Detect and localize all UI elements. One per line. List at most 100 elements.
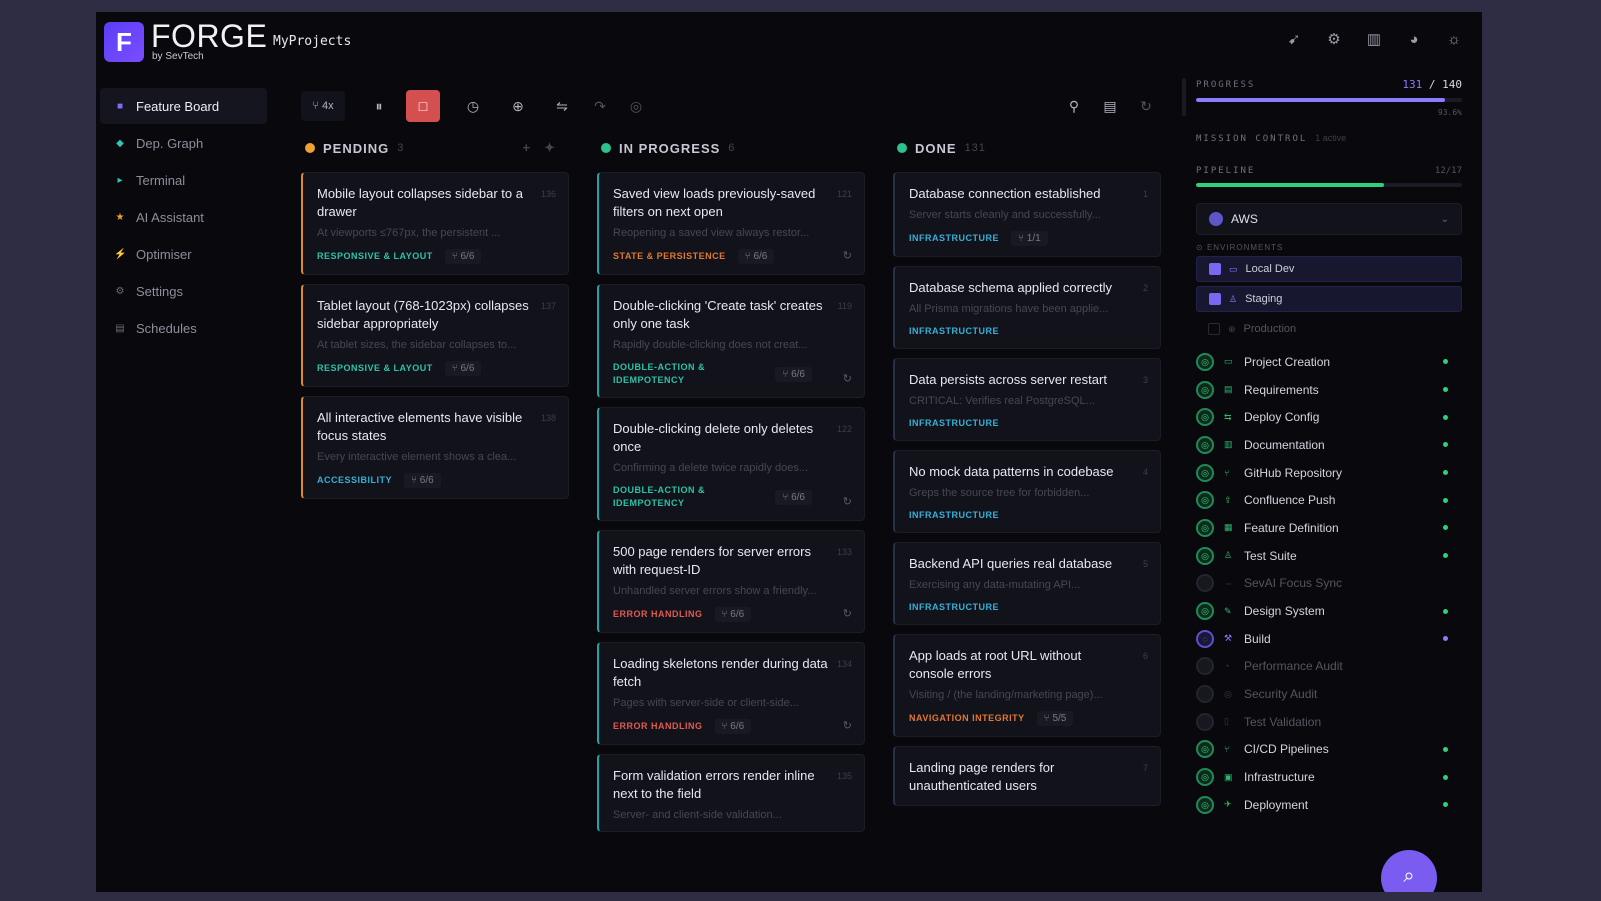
pause-icon[interactable]: ⏸ [364, 91, 394, 121]
card-meta: INFRASTRUCTURE [909, 601, 1126, 614]
column-tools[interactable]: +✦ [523, 140, 569, 156]
step-indicator-dot [1443, 553, 1448, 559]
category-tag: INFRASTRUCTURE [909, 510, 999, 520]
sidebar-item-feature-board[interactable]: ■ Feature Board [100, 88, 267, 124]
card-description: CRITICAL: Verifies real PostgreSQL... [909, 395, 1095, 407]
pipeline-step[interactable]: ◎ ⑂ CI/CD Pipelines [1196, 736, 1462, 764]
feature-card[interactable]: Form validation errors render inline nex… [597, 754, 865, 832]
assistant-fab-button[interactable]: ⌕ [1381, 850, 1437, 892]
checkbox[interactable] [1209, 263, 1221, 275]
pipeline-step[interactable]: ◎ ⑂ GitHub Repository [1196, 459, 1462, 487]
globe-icon[interactable]: ⊕ [503, 91, 533, 121]
environment-icon: ⊕ [1228, 323, 1236, 334]
forge-logo-icon[interactable]: F [104, 22, 144, 62]
progress-bar [1196, 98, 1462, 102]
progress-percent: 93.6% [1437, 108, 1462, 117]
pipeline-step[interactable]: ◎ ✎ Design System [1196, 597, 1462, 625]
search-icon[interactable]: ⚲ [1059, 91, 1089, 121]
card-title: Database connection established [909, 186, 1101, 201]
card-title: No mock data patterns in codebase [909, 464, 1114, 479]
project-name[interactable]: MyProjects [273, 34, 351, 49]
pipeline-step[interactable]: ◎ ▤ Requirements [1196, 376, 1462, 404]
stop-button[interactable]: □ [406, 90, 440, 122]
card-id: 1 [1142, 189, 1148, 199]
nav-icon: ★ [115, 211, 125, 223]
concurrency-button[interactable]: ⑂ 4x [301, 91, 345, 121]
pipeline-step[interactable]: ◎ ▣ Infrastructure [1196, 763, 1462, 791]
chevron-down-icon: ⌄ [1440, 213, 1449, 225]
sliders-icon[interactable]: ⇋ [547, 91, 577, 121]
step-label: Requirements [1244, 382, 1319, 397]
feature-card[interactable]: App loads at root URL without console er… [893, 634, 1161, 737]
feature-card[interactable]: Saved view loads previously-saved filter… [597, 172, 865, 275]
category-tag: INFRASTRUCTURE [909, 602, 999, 612]
feature-card[interactable]: Double-clicking delete only deletes once… [597, 407, 865, 521]
gear-icon[interactable]: ⚙ [1324, 30, 1344, 50]
sidebar-item-schedules[interactable]: ▤ Schedules [100, 310, 267, 346]
step-indicator-dot [1443, 746, 1448, 752]
feature-card[interactable]: Tablet layout (768-1023px) collapses sid… [301, 284, 569, 387]
sidebar-item-ai-assistant[interactable]: ★ AI Assistant [100, 199, 267, 235]
feature-card[interactable]: Loading skeletons render during data fet… [597, 642, 865, 745]
sidebar-item-label: Feature Board [136, 98, 220, 114]
card-meta: DOUBLE-ACTION & IDEMPOTENCY ⑂ 6/6 [613, 484, 830, 510]
card-title: Form validation errors render inline nex… [613, 768, 815, 801]
pipeline-step[interactable]: ◎ ⇪ Confluence Push [1196, 486, 1462, 514]
document-icon[interactable]: ▤ [1095, 91, 1125, 121]
book-icon[interactable]: ▥ [1364, 30, 1384, 50]
pipeline-step[interactable]: ◎ ▥ Documentation [1196, 431, 1462, 459]
sidebar-item-optimiser[interactable]: ⚡ Optimiser [100, 236, 267, 272]
feature-card[interactable]: 500 page renders for server errors with … [597, 530, 865, 633]
step-status-icon: ◎ [1196, 435, 1214, 454]
pipeline-step[interactable]: ▯ Test Validation [1196, 708, 1462, 736]
step-label: GitHub Repository [1244, 465, 1343, 480]
environment-production[interactable]: ⊕ Production [1196, 316, 1462, 342]
step-status-icon: ◎ [1196, 546, 1214, 565]
pipeline-step[interactable]: ◔ Performance Audit [1196, 653, 1462, 681]
card-id: 133 [836, 547, 852, 557]
feature-card[interactable]: Backend API queries real database 5 Exerci… [893, 542, 1161, 625]
feature-card[interactable]: No mock data patterns in codebase 4 Greps … [893, 450, 1161, 533]
checkbox[interactable] [1209, 293, 1221, 305]
pipeline-step[interactable]: ⇔ SevAI Focus Sync [1196, 570, 1462, 598]
environment-staging[interactable]: ♙ Staging [1196, 286, 1462, 312]
palette-icon[interactable]: ◕ [1404, 30, 1424, 50]
environment-label: Local Dev [1245, 263, 1295, 275]
step-status-icon [1196, 574, 1214, 593]
feature-card[interactable]: Double-clicking 'Create task' creates on… [597, 284, 865, 398]
card-meta: INFRASTRUCTURE [909, 509, 1126, 522]
sidebar-item-terminal[interactable]: ▸ Terminal [100, 162, 267, 198]
sidebar-item-dep-graph[interactable]: ◆ Dep. Graph [100, 125, 267, 161]
shield-icon[interactable]: ◎ [621, 91, 651, 121]
environment-local-dev[interactable]: ▭ Local Dev [1196, 256, 1462, 282]
feature-card[interactable]: Mobile layout collapses sidebar to a dra… [301, 172, 569, 275]
panel-divider[interactable] [1182, 78, 1186, 116]
pipeline-step[interactable]: ◎ ▦ Feature Definition [1196, 514, 1462, 542]
pipeline-step[interactable]: ◎ ✈ Deployment [1196, 791, 1462, 819]
feature-card[interactable]: Database connection established 1 Server s… [893, 172, 1161, 257]
checkbox[interactable] [1208, 323, 1220, 335]
provider-select[interactable]: AWS ⌄ [1196, 203, 1462, 235]
feature-card[interactable]: All interactive elements have visible fo… [301, 396, 569, 499]
card-id: 2 [1142, 283, 1148, 293]
feature-card[interactable]: Database schema applied correctly 2 All Pr… [893, 266, 1161, 349]
card-id: 7 [1142, 763, 1148, 773]
pipeline-step[interactable]: ◎ Security Audit [1196, 680, 1462, 708]
feature-card[interactable]: Data persists across server restart 3 CRIT… [893, 358, 1161, 441]
toolbar: ⑂ 4x ⏸ □ ◷ ⊕ ⇋ ↷ ◎ ⚲ ▤ ↻ [301, 90, 1271, 123]
sidebar-item-settings[interactable]: ⚙ Settings [100, 273, 267, 309]
rocket-icon[interactable]: ➹ [1284, 30, 1304, 50]
pipeline-step[interactable]: ◎ ▭ Project Creation [1196, 348, 1462, 376]
spinner-icon: ↻ [842, 373, 852, 385]
feature-card[interactable]: Landing page renders for unauthenticated… [893, 746, 1161, 806]
sun-icon[interactable]: ☼ [1444, 30, 1464, 50]
step-label: Security Audit [1244, 687, 1318, 702]
redo-icon[interactable]: ↷ [585, 91, 615, 121]
clock-icon[interactable]: ◷ [458, 91, 488, 121]
pipeline-step[interactable]: ◎ ⇆ Deploy Config [1196, 403, 1462, 431]
refresh-icon[interactable]: ↻ [1131, 91, 1161, 121]
step-status-icon: ◎ [1196, 352, 1214, 371]
pipeline-step[interactable]: ◎ ♙ Test Suite [1196, 542, 1462, 570]
environment-icon: ♙ [1229, 293, 1238, 304]
pipeline-step[interactable]: ◌ ⚒ Build [1196, 625, 1462, 653]
